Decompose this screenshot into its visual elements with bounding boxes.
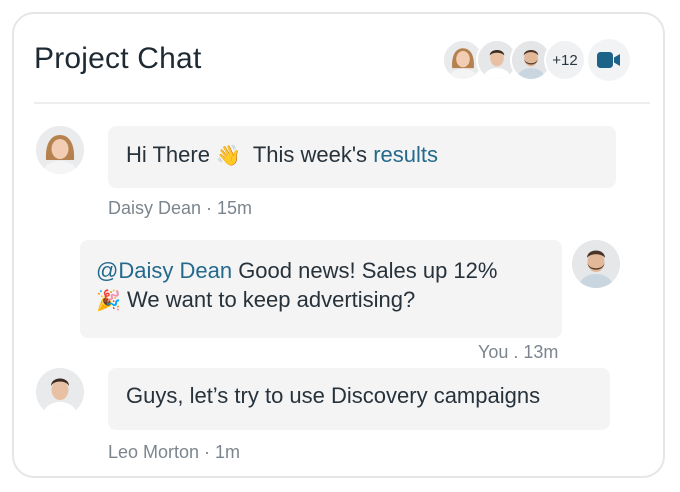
- message-text: Guys, let’s try to use Discovery campaig…: [126, 383, 541, 408]
- message-bubble[interactable]: Hi There 👋 This week's results: [108, 126, 616, 188]
- message-bubble[interactable]: Guys, let’s try to use Discovery campaig…: [108, 368, 610, 430]
- message-text: This week's: [252, 142, 368, 167]
- project-chat-card: Project Chat +12 Hi There 👋 This week's …: [12, 12, 665, 478]
- message-meta: Daisy Dean · 15m: [108, 198, 253, 218]
- party-popper-emoji-icon: 🎉: [96, 288, 121, 312]
- video-camera-icon: [597, 52, 620, 68]
- avatar-you[interactable]: [572, 240, 620, 288]
- more-members-badge[interactable]: +12: [544, 39, 586, 81]
- avatar-leo-morton[interactable]: [36, 368, 84, 416]
- video-call-button[interactable]: [588, 39, 630, 81]
- mention-daisy-dean[interactable]: @Daisy Dean: [96, 258, 232, 283]
- message-text: Good news! Sales up 12%: [238, 258, 498, 283]
- message-meta: Leo Morton · 1m: [108, 442, 241, 462]
- avatar-daisy-dean[interactable]: [36, 126, 84, 174]
- results-link[interactable]: results: [373, 142, 438, 167]
- chat-title: Project Chat: [34, 42, 202, 75]
- message-meta: You . 13m: [478, 342, 559, 362]
- header-divider: [34, 102, 650, 104]
- message-text: We want to keep advertising?: [127, 287, 416, 312]
- message-text: Hi There: [126, 142, 210, 167]
- message-bubble-own[interactable]: @Daisy Dean Good news! Sales up 12% 🎉 We…: [80, 240, 562, 338]
- wave-emoji-icon: 👋: [216, 143, 241, 167]
